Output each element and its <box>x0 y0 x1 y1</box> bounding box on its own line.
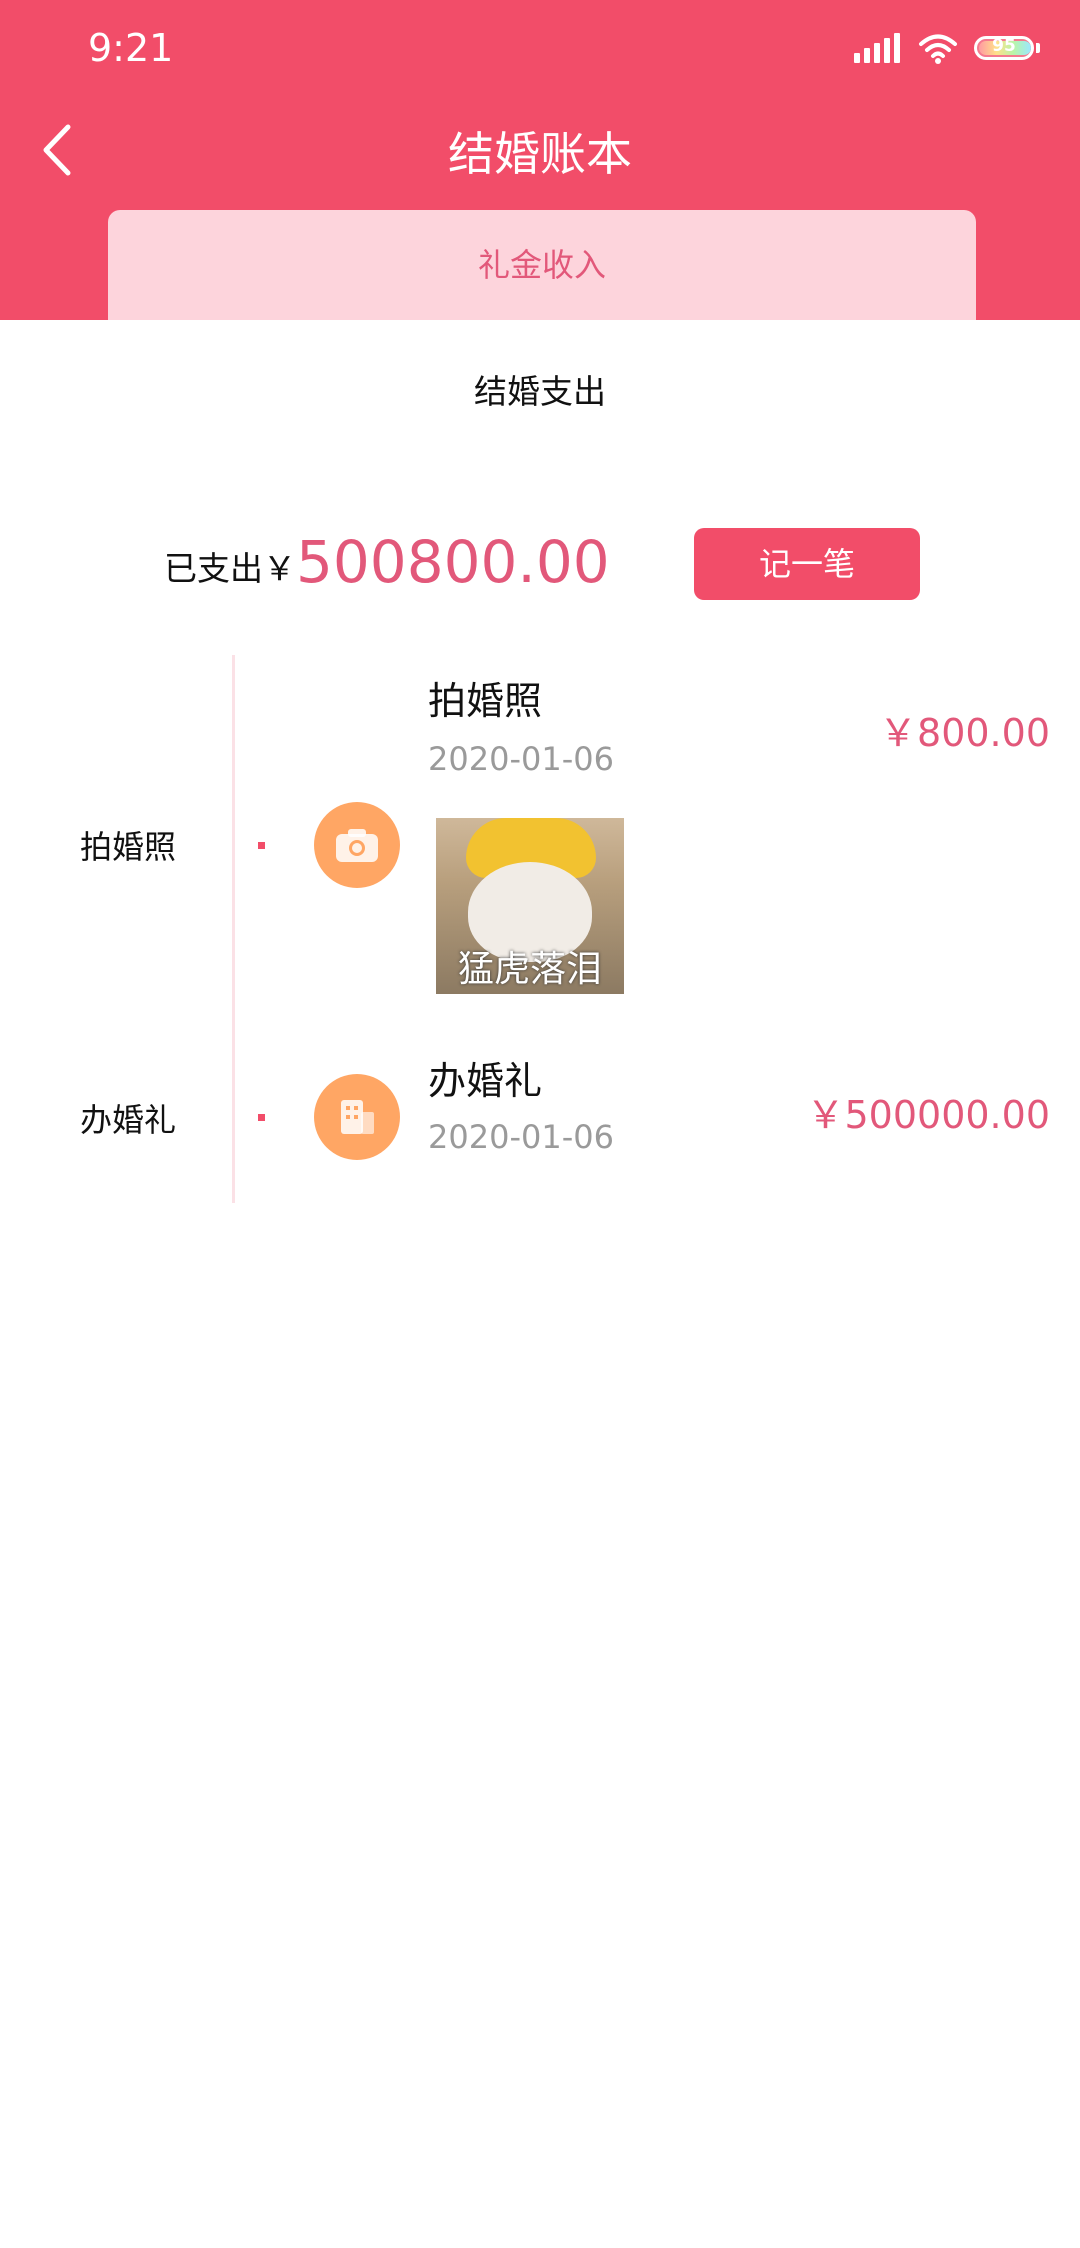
entry-amount: ￥800.00 <box>879 711 1050 755</box>
timeline-dot <box>258 1114 265 1121</box>
category-label: 拍婚照 <box>80 828 177 866</box>
timeline-dot <box>258 842 265 849</box>
tab-income[interactable]: 礼金收入 <box>108 210 976 320</box>
entry-amount: ￥500000.00 <box>806 1093 1051 1137</box>
wifi-icon <box>919 34 957 64</box>
status-icons: 95 <box>854 28 1040 68</box>
entry-photo[interactable]: 猛虎落泪 <box>436 818 624 994</box>
battery-icon: 95 <box>974 36 1034 60</box>
add-record-button[interactable]: 记一笔 <box>694 528 920 600</box>
entry-date: 2020-01-06 <box>428 1118 614 1156</box>
category-label: 办婚礼 <box>80 1101 177 1139</box>
page-title: 结婚账本 <box>448 127 632 181</box>
signal-icon <box>854 33 900 63</box>
header-bar: 9:21 95 结婚账本 礼金收入 <box>0 0 1080 320</box>
entry-date: 2020-01-06 <box>428 740 614 778</box>
photo-caption: 猛虎落泪 <box>457 949 602 990</box>
tab-expense[interactable]: 结婚支出 <box>0 365 1080 413</box>
camera-icon <box>314 802 400 888</box>
battery-level: 95 <box>992 36 1016 56</box>
spent-label: 已支出￥ <box>164 549 296 588</box>
spent-amount: 500800.00 <box>296 528 610 596</box>
entry-title: 拍婚照 <box>428 679 543 723</box>
building-icon <box>314 1074 400 1160</box>
timeline-line <box>232 655 235 1203</box>
entry-title: 办婚礼 <box>428 1059 543 1103</box>
status-time: 9:21 <box>88 26 174 70</box>
